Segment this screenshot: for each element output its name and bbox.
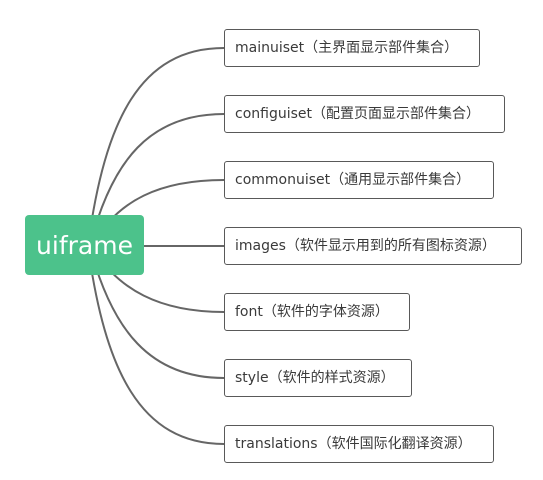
child-node-translations[interactable]: translations（软件国际化翻译资源） bbox=[224, 425, 494, 463]
child-node-configuiset[interactable]: configuiset（配置页面显示部件集合） bbox=[224, 95, 505, 133]
child-node-label: commonuiset（通用显示部件集合） bbox=[235, 172, 471, 188]
mindmap-canvas: uiframe mainuiset（主界面显示部件集合） configuiset… bbox=[0, 0, 543, 480]
root-node-label: uiframe bbox=[36, 230, 133, 260]
child-node-label: style（软件的样式资源） bbox=[235, 370, 395, 386]
child-node-commonuiset[interactable]: commonuiset（通用显示部件集合） bbox=[224, 161, 494, 199]
child-node-label: configuiset（配置页面显示部件集合） bbox=[235, 106, 480, 122]
root-node[interactable]: uiframe bbox=[25, 215, 144, 275]
child-node-label: images（软件显示用到的所有图标资源） bbox=[235, 238, 496, 254]
child-node-images[interactable]: images（软件显示用到的所有图标资源） bbox=[224, 227, 522, 265]
child-node-label: font（软件的字体资源） bbox=[235, 304, 389, 320]
child-node-font[interactable]: font（软件的字体资源） bbox=[224, 293, 410, 331]
child-node-label: mainuiset（主界面显示部件集合） bbox=[235, 40, 459, 56]
connector-translations bbox=[87, 246, 225, 445]
child-node-label: translations（软件国际化翻译资源） bbox=[235, 436, 472, 452]
child-node-mainuiset[interactable]: mainuiset（主界面显示部件集合） bbox=[224, 29, 480, 67]
child-node-style[interactable]: style（软件的样式资源） bbox=[224, 359, 412, 397]
